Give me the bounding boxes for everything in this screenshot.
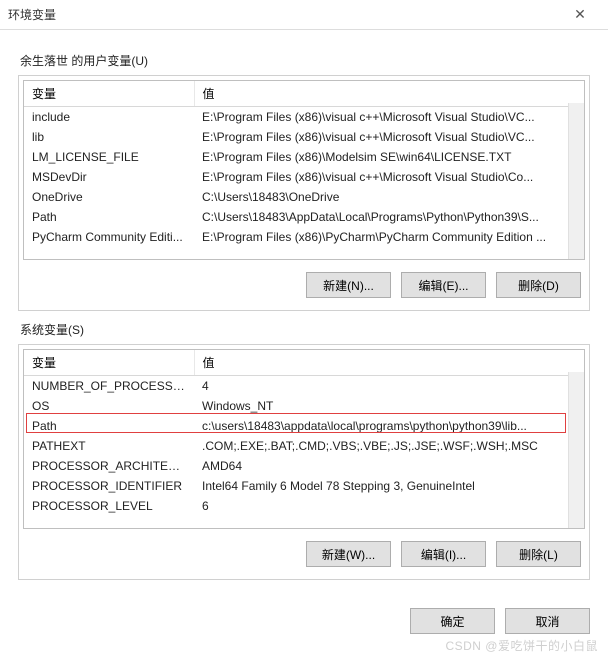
scrollbar[interactable] (568, 372, 584, 528)
system-new-button[interactable]: 新建(W)... (306, 541, 391, 567)
window-title: 环境变量 (8, 6, 56, 23)
table-row[interactable]: NUMBER_OF_PROCESSORS4 (24, 376, 584, 396)
table-row[interactable]: libE:\Program Files (x86)\visual c++\Mic… (24, 127, 584, 147)
user-new-button[interactable]: 新建(N)... (306, 272, 391, 298)
user-vars-table[interactable]: 变量 值 includeE:\Program Files (x86)\visua… (24, 81, 584, 247)
table-row[interactable]: MSDevDirE:\Program Files (x86)\visual c+… (24, 167, 584, 187)
titlebar: 环境变量 ✕ (0, 0, 608, 30)
table-row[interactable]: PyCharm Community Editi...E:\Program Fil… (24, 227, 584, 247)
user-button-row: 新建(N)... 编辑(E)... 删除(D) (23, 272, 585, 298)
system-delete-button[interactable]: 删除(L) (496, 541, 581, 567)
system-vars-table-wrap: 变量 值 NUMBER_OF_PROCESSORS4 OSWindows_NT … (23, 349, 585, 529)
system-button-row: 新建(W)... 编辑(I)... 删除(L) (23, 541, 585, 567)
system-edit-button[interactable]: 编辑(I)... (401, 541, 486, 567)
system-vars-label: 系统变量(S) (20, 321, 590, 338)
table-row[interactable]: PROCESSOR_ARCHITECT...AMD64 (24, 456, 584, 476)
ok-button[interactable]: 确定 (410, 608, 495, 634)
col-header-value[interactable]: 值 (194, 350, 584, 376)
system-vars-table[interactable]: 变量 值 NUMBER_OF_PROCESSORS4 OSWindows_NT … (24, 350, 584, 516)
user-vars-table-wrap: 变量 值 includeE:\Program Files (x86)\visua… (23, 80, 585, 260)
user-vars-group: 变量 值 includeE:\Program Files (x86)\visua… (18, 75, 590, 311)
col-header-value[interactable]: 值 (194, 81, 584, 107)
table-row[interactable]: PATHEXT.COM;.EXE;.BAT;.CMD;.VBS;.VBE;.JS… (24, 436, 584, 456)
table-row[interactable]: includeE:\Program Files (x86)\visual c++… (24, 107, 584, 127)
user-edit-button[interactable]: 编辑(E)... (401, 272, 486, 298)
table-row[interactable]: PathC:\Users\18483\AppData\Local\Program… (24, 207, 584, 227)
table-row[interactable]: OneDriveC:\Users\18483\OneDrive (24, 187, 584, 207)
user-delete-button[interactable]: 删除(D) (496, 272, 581, 298)
cancel-button[interactable]: 取消 (505, 608, 590, 634)
table-row[interactable]: PROCESSOR_IDENTIFIERIntel64 Family 6 Mod… (24, 476, 584, 496)
user-vars-label: 余生落世 的用户变量(U) (20, 52, 590, 69)
scrollbar[interactable] (568, 103, 584, 259)
table-row[interactable]: OSWindows_NT (24, 396, 584, 416)
col-header-name[interactable]: 变量 (24, 350, 194, 376)
close-button[interactable]: ✕ (560, 1, 600, 29)
table-row[interactable]: PROCESSOR_LEVEL6 (24, 496, 584, 516)
watermark: CSDN @爱吃饼干的小白鼠 (445, 637, 598, 654)
dialog-button-row: 确定 取消 (410, 608, 590, 634)
table-row[interactable]: LM_LICENSE_FILEE:\Program Files (x86)\Mo… (24, 147, 584, 167)
close-icon: ✕ (574, 6, 586, 23)
dialog-content: 余生落世 的用户变量(U) 变量 值 includeE:\Program Fil… (0, 30, 608, 580)
table-row[interactable]: Pathc:\users\18483\appdata\local\program… (24, 416, 584, 436)
col-header-name[interactable]: 变量 (24, 81, 194, 107)
system-vars-group: 变量 值 NUMBER_OF_PROCESSORS4 OSWindows_NT … (18, 344, 590, 580)
